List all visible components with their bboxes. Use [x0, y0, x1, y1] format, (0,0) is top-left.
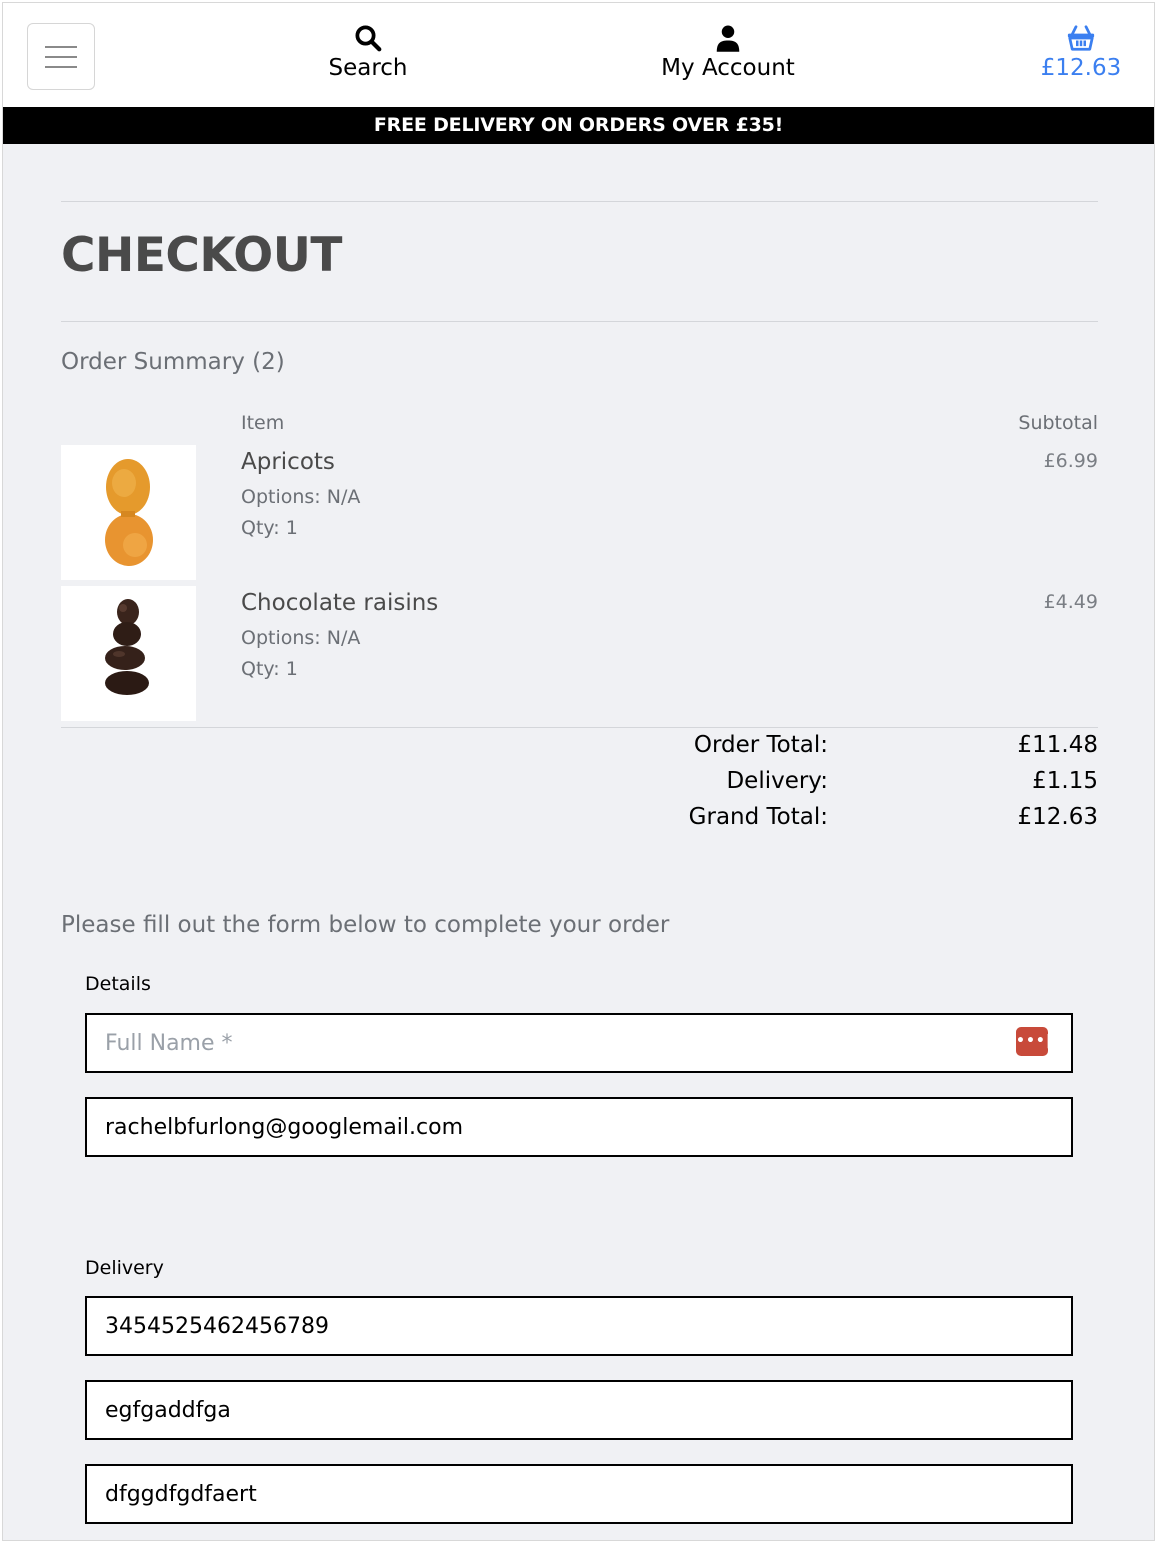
hamburger-line	[45, 46, 77, 48]
page-frame: Search My Account £12.63 FREE DELIVERY O…	[2, 2, 1155, 1541]
grand-total-label: Grand Total:	[688, 804, 828, 830]
search-icon	[355, 25, 382, 52]
item-qty: Qty: 1	[241, 517, 298, 539]
item-price: £4.49	[1043, 591, 1098, 613]
apricot-photo	[105, 459, 153, 566]
address-line-2-input[interactable]	[85, 1464, 1073, 1524]
grand-total-value: £12.63	[1017, 804, 1098, 830]
full-name-input[interactable]	[85, 1013, 1073, 1073]
details-section-label: Details	[85, 973, 151, 995]
grand-total-row: Grand Total: £12.63	[598, 804, 1098, 840]
divider	[61, 201, 1098, 202]
phone-input[interactable]	[85, 1296, 1073, 1356]
basket-link[interactable]: £12.63	[1031, 23, 1131, 81]
order-total-value: £11.48	[1017, 732, 1098, 758]
form-instructions: Please fill out the form below to comple…	[61, 912, 670, 938]
item-options: Options: N/A	[241, 627, 361, 649]
item-name: Chocolate raisins	[241, 590, 439, 616]
basket-icon	[1067, 25, 1095, 51]
delivery-row: Delivery: £1.15	[598, 768, 1098, 804]
page-title: CHECKOUT	[61, 228, 342, 283]
search-link[interactable]: Search	[303, 23, 433, 81]
subtotal-column-header: Subtotal	[1018, 412, 1098, 434]
order-summary-title: Order Summary (2)	[61, 349, 285, 375]
my-account-label: My Account	[661, 55, 795, 81]
hamburger-line	[45, 56, 77, 58]
delivery-section-label: Delivery	[85, 1257, 164, 1279]
promo-banner: FREE DELIVERY ON ORDERS OVER £35!	[3, 107, 1154, 144]
order-total-row: Order Total: £11.48	[598, 732, 1098, 768]
item-price: £6.99	[1043, 450, 1098, 472]
item-options: Options: N/A	[241, 486, 361, 508]
delivery-value: £1.15	[1032, 768, 1098, 794]
item-name: Apricots	[241, 449, 335, 475]
chocolate-raisins-image	[61, 586, 196, 721]
user-icon	[716, 25, 740, 52]
delivery-label: Delivery:	[726, 768, 828, 794]
basket-total: £12.63	[1040, 55, 1122, 81]
search-label: Search	[328, 55, 408, 81]
top-navbar: Search My Account £12.63	[3, 3, 1154, 107]
item-qty: Qty: 1	[241, 658, 298, 680]
order-total-label: Order Total:	[693, 732, 828, 758]
item-column-header: Item	[241, 412, 285, 434]
divider	[61, 321, 1098, 322]
apricots-image	[61, 445, 196, 580]
menu-toggle-button[interactable]	[27, 23, 95, 90]
password-manager-icon[interactable]: •••|	[1016, 1027, 1051, 1056]
email-input[interactable]	[85, 1097, 1073, 1157]
hamburger-line	[45, 66, 77, 68]
divider	[61, 727, 1098, 728]
address-line-1-input[interactable]	[85, 1380, 1073, 1440]
chocolate-raisins-photo	[105, 599, 149, 695]
my-account-link[interactable]: My Account	[643, 23, 813, 81]
